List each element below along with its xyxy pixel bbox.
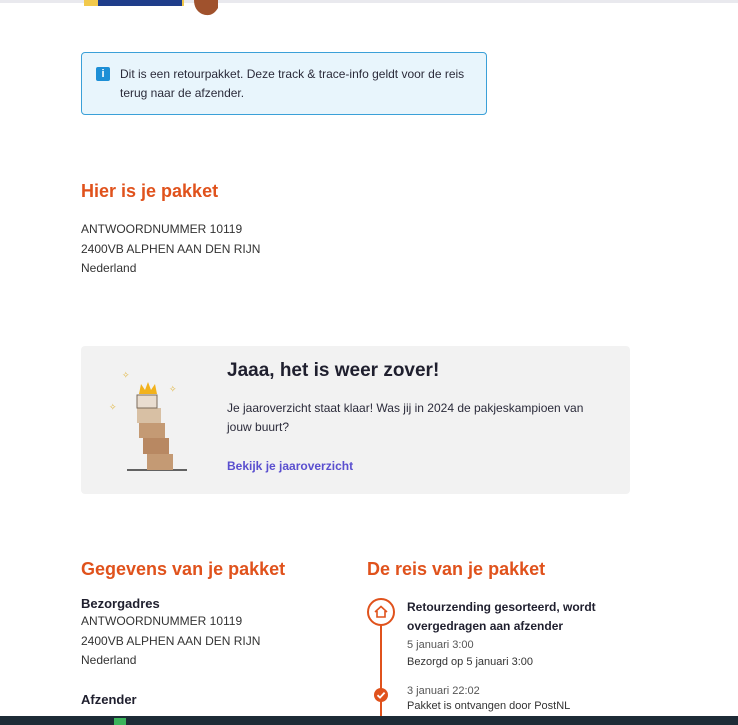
location-address-line: 2400VB ALPHEN AAN DEN RIJN xyxy=(81,241,261,256)
header-illustration xyxy=(84,0,218,16)
return-info-banner: i Dit is een retourpakket. Deze track & … xyxy=(81,52,487,115)
event-note: Pakket is ontvangen door PostNL xyxy=(407,700,571,712)
promo-body: Je jaaroverzicht staat klaar! Was jij in… xyxy=(227,401,584,434)
delivery-address-label: Bezorgadres xyxy=(81,596,160,611)
return-info-text: Dit is een retourpakket. Deze track & tr… xyxy=(120,67,465,100)
package-stack-crown-illustration: ✧ ✧ ✧ xyxy=(109,371,187,471)
home-icon xyxy=(367,598,395,626)
view-year-overview-link[interactable]: Bekijk je jaaroverzicht xyxy=(227,459,353,473)
journey-timeline: Retourzending gesorteerd, wordt overgedr… xyxy=(367,596,627,725)
taskbar-app-icon[interactable] xyxy=(114,718,126,725)
info-icon: i xyxy=(96,67,110,81)
delivery-address-line: 2400VB ALPHEN AAN DEN RIJN xyxy=(81,633,261,648)
os-taskbar xyxy=(0,716,738,725)
svg-text:✧: ✧ xyxy=(109,403,117,413)
event-title: Retourzending gesorteerd, wordt overgedr… xyxy=(407,600,596,633)
event-time: 5 januari 3:00 xyxy=(407,639,474,651)
location-address-line: ANTWOORDNUMMER 10119 xyxy=(81,222,243,236)
delivery-address-line: Nederland xyxy=(81,653,137,667)
promo-title: Jaaa, het is weer zover! xyxy=(227,360,440,381)
timeline-line xyxy=(380,623,382,725)
location-address-line: Nederland xyxy=(81,261,137,275)
delivery-address-line: ANTWOORDNUMMER 10119 xyxy=(81,614,243,628)
svg-text:✧: ✧ xyxy=(122,371,130,381)
event-note: Bezorgd op 5 januari 3:00 xyxy=(407,656,533,668)
location-address: ANTWOORDNUMMER 10119 2400VB ALPHEN AAN D… xyxy=(81,220,260,279)
event-time: 3 januari 22:02 xyxy=(407,685,480,697)
year-overview-promo: ✧ ✧ ✧ Jaaa, het is weer zover! Je jaarov… xyxy=(81,346,630,494)
location-heading: Hier is je pakket xyxy=(81,181,219,201)
svg-text:✧: ✧ xyxy=(169,385,177,395)
journey-heading: De reis van je pakket xyxy=(367,559,546,579)
details-heading: Gegevens van je pakket xyxy=(81,559,286,579)
sender-label: Afzender xyxy=(81,692,137,707)
check-icon xyxy=(374,688,388,702)
delivery-address: ANTWOORDNUMMER 10119 2400VB ALPHEN AAN D… xyxy=(81,612,260,671)
